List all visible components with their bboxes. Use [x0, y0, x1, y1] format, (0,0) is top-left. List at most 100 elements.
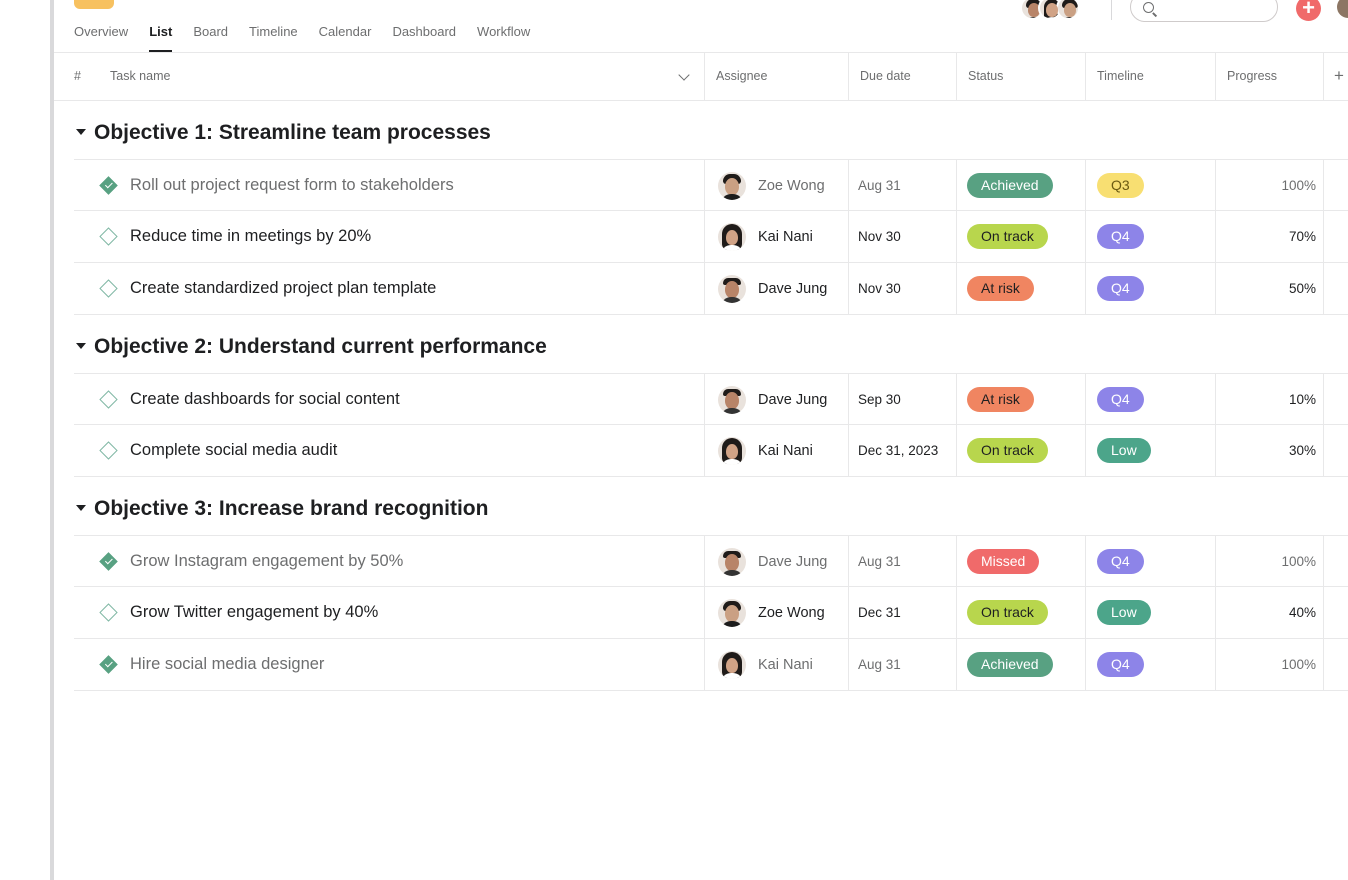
section-title[interactable]: Objective 1: Streamline team processes — [94, 121, 491, 145]
timeline-badge[interactable]: Low — [1097, 438, 1151, 463]
complete-checkbox[interactable] — [99, 655, 118, 674]
tab-calendar[interactable]: Calendar — [319, 20, 372, 52]
section-header[interactable]: Objective 2: Understand current performa… — [74, 317, 1348, 375]
tab-list[interactable]: List — [149, 20, 173, 52]
task-name[interactable]: Roll out project request form to stakeho… — [130, 176, 454, 195]
task-name[interactable]: Hire social media designer — [130, 655, 324, 674]
task-name[interactable]: Create standardized project plan templat… — [130, 279, 436, 298]
table-row[interactable]: Grow Instagram engagement by 50% Dave Jun… — [74, 535, 1348, 588]
tab-timeline[interactable]: Timeline — [249, 20, 298, 52]
complete-checkbox[interactable] — [99, 552, 118, 571]
timeline-badge[interactable]: Q4 — [1097, 549, 1144, 574]
column-divider[interactable] — [1215, 53, 1216, 101]
cell-divider — [1215, 211, 1216, 263]
column-divider[interactable] — [1323, 53, 1324, 101]
search-input[interactable] — [1130, 0, 1278, 22]
cell-divider — [1323, 211, 1324, 263]
due-date[interactable]: Aug 31 — [858, 178, 901, 193]
due-date[interactable]: Aug 31 — [858, 657, 901, 672]
complete-checkbox[interactable] — [99, 603, 118, 622]
project-icon[interactable] — [74, 0, 114, 9]
timeline-badge[interactable]: Q3 — [1097, 173, 1144, 198]
task-name[interactable]: Complete social media audit — [130, 441, 337, 460]
section-title[interactable]: Objective 2: Understand current performa… — [94, 335, 547, 359]
due-date[interactable]: Nov 30 — [858, 229, 901, 244]
progress-value[interactable]: 100% — [1234, 178, 1316, 193]
header-task-name[interactable]: Task name — [110, 53, 170, 101]
complete-checkbox[interactable] — [99, 176, 118, 195]
table-row[interactable]: Roll out project request form to stakeho… — [74, 159, 1348, 212]
header-due-date[interactable]: Due date — [860, 53, 911, 101]
progress-value[interactable]: 100% — [1234, 554, 1316, 569]
complete-checkbox[interactable] — [99, 390, 118, 409]
column-divider[interactable] — [848, 53, 849, 101]
due-date[interactable]: Dec 31, 2023 — [858, 443, 938, 458]
section-header[interactable]: Objective 3: Increase brand recognition — [74, 479, 1348, 537]
timeline-badge[interactable]: Low — [1097, 600, 1151, 625]
column-divider[interactable] — [956, 53, 957, 101]
tab-dashboard[interactable]: Dashboard — [392, 20, 456, 52]
progress-value[interactable]: 30% — [1234, 443, 1316, 458]
status-badge[interactable]: On track — [967, 224, 1048, 249]
timeline-badge[interactable]: Q4 — [1097, 224, 1144, 249]
status-badge[interactable]: At risk — [967, 276, 1034, 301]
status-badge[interactable]: At risk — [967, 387, 1034, 412]
task-name[interactable]: Reduce time in meetings by 20% — [130, 227, 371, 246]
progress-value[interactable]: 50% — [1234, 281, 1316, 296]
table-row[interactable]: Hire social media designer Kai Nani Aug 31… — [74, 639, 1348, 691]
task-name[interactable]: Create dashboards for social content — [130, 390, 400, 409]
column-divider[interactable] — [1085, 53, 1086, 101]
column-divider[interactable] — [704, 53, 705, 101]
tab-board[interactable]: Board — [193, 20, 228, 52]
section-header[interactable]: Objective 1: Streamline team processes — [74, 103, 1348, 161]
complete-checkbox[interactable] — [99, 279, 118, 298]
add-button[interactable]: + — [1296, 0, 1321, 21]
timeline-badge[interactable]: Q4 — [1097, 276, 1144, 301]
header-progress[interactable]: Progress — [1227, 53, 1277, 101]
timeline-badge[interactable]: Q4 — [1097, 652, 1144, 677]
member-avatar[interactable] — [1056, 0, 1080, 20]
header-hash: # — [74, 69, 81, 83]
progress-value[interactable]: 40% — [1234, 605, 1316, 620]
complete-checkbox[interactable] — [99, 227, 118, 246]
table-row[interactable]: Create dashboards for social content Dave… — [74, 373, 1348, 426]
user-avatar[interactable] — [1337, 0, 1348, 18]
tab-overview[interactable]: Overview — [74, 20, 128, 52]
due-date[interactable]: Dec 31 — [858, 605, 901, 620]
table-row[interactable]: Complete social media audit Kai Nani Dec 3… — [74, 425, 1348, 477]
cell-divider — [1323, 160, 1324, 212]
table-row[interactable]: Reduce time in meetings by 20% Kai Nani No… — [74, 211, 1348, 263]
task-name[interactable]: Grow Twitter engagement by 40% — [130, 603, 378, 622]
add-column-button[interactable]: + — [1334, 53, 1344, 99]
due-date[interactable]: Aug 31 — [858, 554, 901, 569]
timeline-badge[interactable]: Q4 — [1097, 387, 1144, 412]
header-timeline[interactable]: Timeline — [1097, 53, 1144, 101]
header-status[interactable]: Status — [968, 53, 1003, 101]
progress-value[interactable]: 100% — [1234, 657, 1316, 672]
caret-down-icon[interactable] — [76, 343, 86, 349]
header-assignee[interactable]: Assignee — [716, 53, 767, 101]
table-row[interactable]: Create standardized project plan templat… — [74, 263, 1348, 315]
complete-checkbox[interactable] — [99, 441, 118, 460]
caret-down-icon[interactable] — [76, 129, 86, 135]
cell-divider — [848, 211, 849, 263]
chevron-down-icon[interactable] — [678, 69, 690, 81]
caret-down-icon[interactable] — [76, 505, 86, 511]
project-tabs: Overview List Board Timeline Calendar Dashboa… — [74, 20, 551, 52]
task-name[interactable]: Grow Instagram engagement by 50% — [130, 552, 403, 571]
status-badge[interactable]: On track — [967, 600, 1048, 625]
status-badge[interactable]: Missed — [967, 549, 1040, 574]
status-badge[interactable]: On track — [967, 438, 1048, 463]
due-date[interactable]: Nov 30 — [858, 281, 901, 296]
progress-value[interactable]: 10% — [1234, 392, 1316, 407]
assignee-name: Kai Nani — [758, 657, 813, 673]
due-date[interactable]: Sep 30 — [858, 392, 901, 407]
progress-value[interactable]: 70% — [1234, 229, 1316, 244]
section-title[interactable]: Objective 3: Increase brand recognition — [94, 497, 488, 521]
status-badge[interactable]: Achieved — [967, 652, 1053, 677]
tab-workflow[interactable]: Workflow — [477, 20, 530, 52]
status-badge[interactable]: Achieved — [967, 173, 1053, 198]
table-row[interactable]: Grow Twitter engagement by 40% Zoe Wong De… — [74, 587, 1348, 639]
project-members[interactable] — [1020, 0, 1080, 20]
cell-divider — [848, 639, 849, 691]
